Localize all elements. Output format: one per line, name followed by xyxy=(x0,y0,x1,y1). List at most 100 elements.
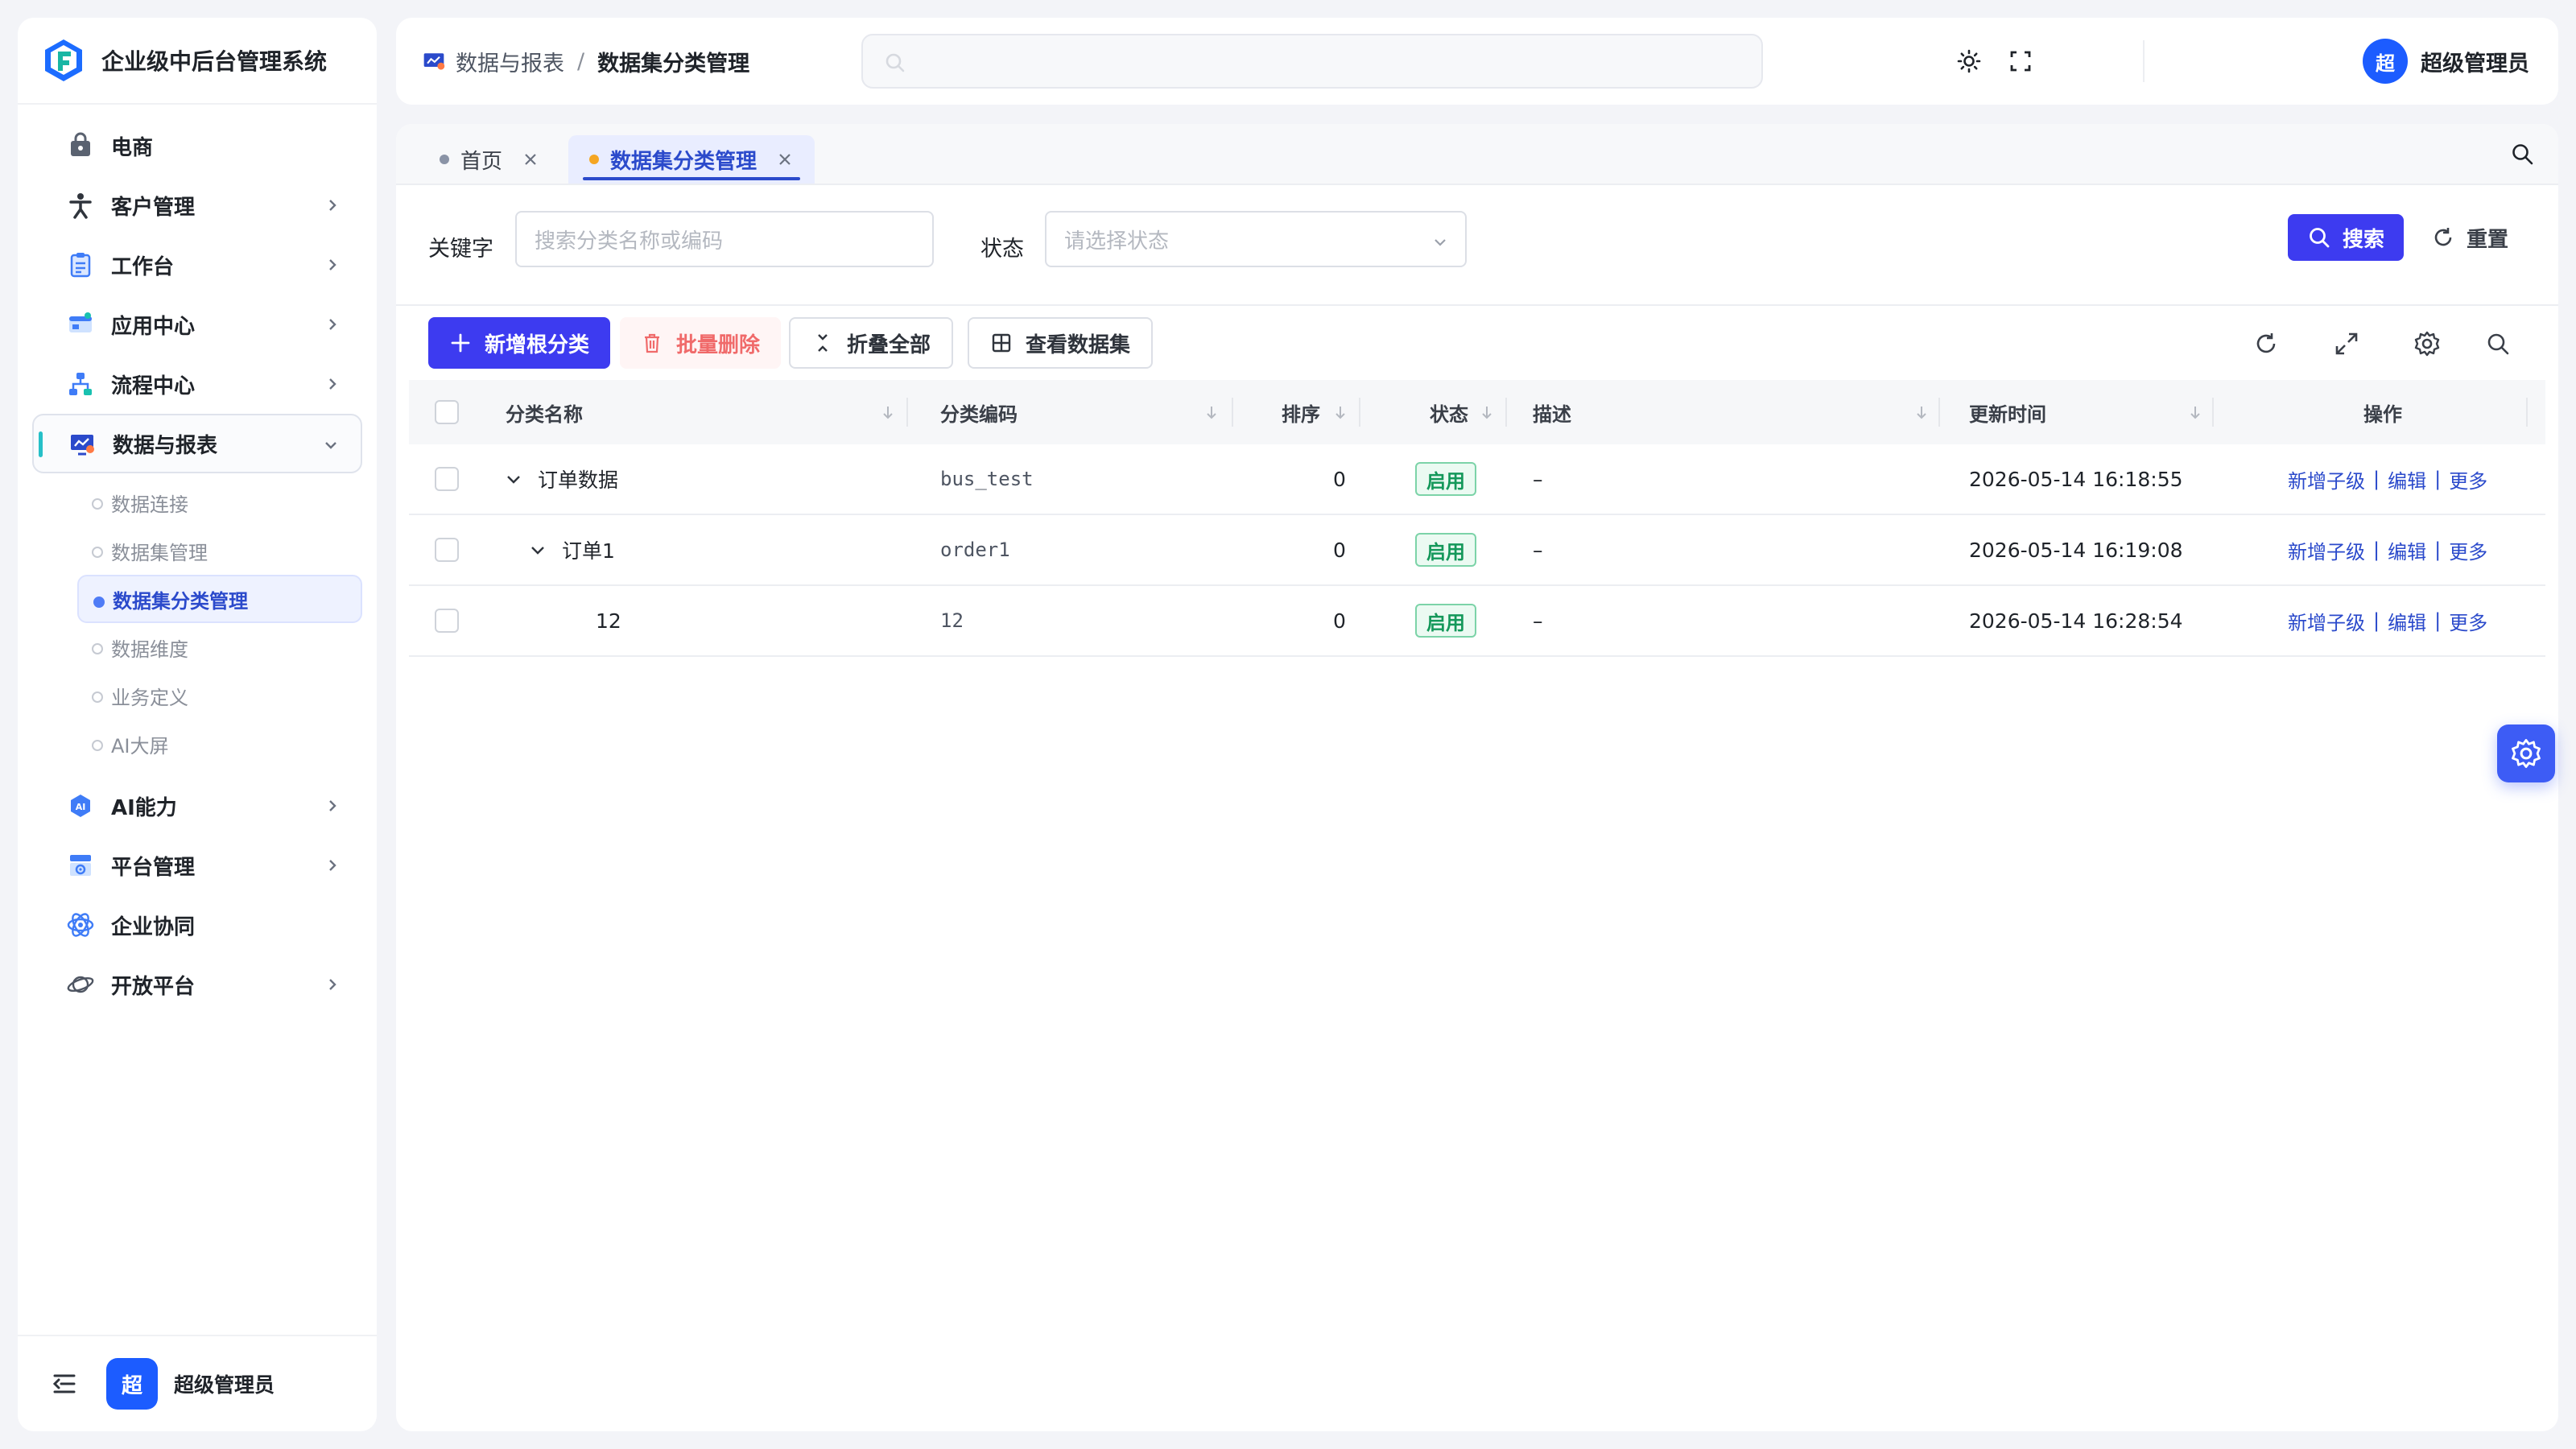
filter-bar: 关键字 搜索分类名称或编码 状态 请选择状态 搜索 重置 xyxy=(396,185,2558,306)
header-user-menu[interactable]: 超 超级管理员 xyxy=(2363,39,2529,84)
app-window-icon xyxy=(64,308,97,341)
breadcrumb-current: 数据集分类管理 xyxy=(597,51,750,76)
keyword-label: 关键字 xyxy=(428,237,493,262)
sort-icon[interactable] xyxy=(879,403,897,421)
view-datasets-label: 查看数据集 xyxy=(1026,332,1131,357)
add-root-label: 新增根分类 xyxy=(485,332,590,357)
sidebar-item-enterprise-collab[interactable]: 企业协同 xyxy=(32,895,362,955)
sidebar-item-app-center[interactable]: 应用中心 xyxy=(32,295,362,354)
sidebar-item-label: 电商 xyxy=(111,135,154,160)
edit-link[interactable]: 编辑 xyxy=(2388,465,2426,493)
more-link[interactable]: 更多 xyxy=(2449,465,2487,493)
category-code: 12 xyxy=(940,609,964,632)
row-checkbox[interactable] xyxy=(435,538,459,562)
tab-dataset-category[interactable]: 数据集分类管理 xyxy=(568,135,815,184)
settings-float-button[interactable] xyxy=(2497,724,2555,782)
reset-button[interactable]: 重置 xyxy=(2431,214,2508,261)
row-checkbox[interactable] xyxy=(435,609,459,633)
sidebar-subitem-ai-screen[interactable]: AI大屏 xyxy=(77,720,362,768)
gear-icon[interactable] xyxy=(2413,330,2441,357)
add-child-link[interactable]: 新增子级 xyxy=(2288,465,2365,493)
batch-delete-button[interactable]: 批量删除 xyxy=(620,317,782,369)
sidebar-subitem-dataset-management[interactable]: 数据集管理 xyxy=(77,526,362,575)
global-search-input[interactable] xyxy=(861,34,1763,89)
add-child-link[interactable]: 新增子级 xyxy=(2288,607,2365,635)
theme-sun-icon[interactable] xyxy=(1956,48,1982,74)
status-badge: 启用 xyxy=(1415,604,1476,638)
sidebar-item-platform-management[interactable]: 平台管理 xyxy=(32,836,362,895)
column-divider xyxy=(906,398,908,427)
sort-icon[interactable] xyxy=(1913,403,1930,421)
chevron-right-icon xyxy=(324,375,341,393)
add-child-link[interactable]: 新增子级 xyxy=(2288,536,2365,564)
search-button[interactable]: 搜索 xyxy=(2288,214,2405,261)
search-icon[interactable] xyxy=(2484,330,2512,357)
sidebar-item-label: 客户管理 xyxy=(111,195,196,220)
tab-home[interactable]: 首页 xyxy=(419,135,560,184)
column-header-status[interactable]: 状态 xyxy=(1430,398,1468,427)
avatar: 超 xyxy=(2363,39,2408,84)
column-header-code[interactable]: 分类编码 xyxy=(940,398,1018,427)
search-button-label: 搜索 xyxy=(2343,227,2385,252)
sidebar-item-data-reports[interactable]: 数据与报表 xyxy=(32,414,362,473)
collapse-all-button[interactable]: 折叠全部 xyxy=(789,317,954,369)
column-divider xyxy=(1232,398,1233,427)
app-title: 企业级中后台管理系统 xyxy=(101,48,328,75)
chevron-down-icon[interactable] xyxy=(504,469,523,489)
column-header-updated[interactable]: 更新时间 xyxy=(1969,398,2046,427)
chevron-right-icon xyxy=(324,857,341,874)
edit-link[interactable]: 编辑 xyxy=(2388,536,2426,564)
sidebar-menu: 电商 客户管理 工作台 应用中心 流程中心 数据与报表 数据连接 数据集管理 数… xyxy=(18,105,377,1014)
column-header-name[interactable]: 分类名称 xyxy=(506,398,583,427)
sidebar-item-ecommerce[interactable]: 电商 xyxy=(32,116,362,175)
status-badge: 启用 xyxy=(1415,533,1476,567)
column-header-sort[interactable]: 排序 xyxy=(1282,398,1320,427)
sort-icon[interactable] xyxy=(2186,403,2204,421)
page-tabs: 首页 数据集分类管理 xyxy=(396,124,2558,185)
collapse-menu-icon[interactable] xyxy=(50,1369,79,1398)
close-icon[interactable] xyxy=(776,151,794,168)
table-toolbar: 新增根分类 批量删除 折叠全部 查看数据集 xyxy=(396,306,2558,382)
sidebar-subitem-dataset-category[interactable]: 数据集分类管理 xyxy=(77,575,362,623)
avatar[interactable]: 超 xyxy=(106,1358,158,1410)
sidebar-item-label: 应用中心 xyxy=(111,314,196,339)
column-header-desc[interactable]: 描述 xyxy=(1533,398,1571,427)
sidebar-item-customer[interactable]: 客户管理 xyxy=(32,175,362,235)
add-root-category-button[interactable]: 新增根分类 xyxy=(428,317,611,369)
close-icon[interactable] xyxy=(522,151,539,168)
chevron-down-icon[interactable] xyxy=(528,540,547,559)
column-divider xyxy=(1938,398,1940,427)
action-separator: | xyxy=(2373,539,2380,561)
status-badge: 启用 xyxy=(1415,462,1476,496)
search-icon[interactable] xyxy=(2510,142,2536,167)
sidebar-subitem-data-connection[interactable]: 数据连接 xyxy=(77,478,362,526)
select-all-checkbox[interactable] xyxy=(435,400,459,424)
sort-icon[interactable] xyxy=(1478,403,1496,421)
edit-link[interactable]: 编辑 xyxy=(2388,607,2426,635)
status-placeholder: 请选择状态 xyxy=(1064,229,1170,254)
keyword-input[interactable]: 搜索分类名称或编码 xyxy=(515,211,934,267)
row-checkbox[interactable] xyxy=(435,467,459,491)
updated-time: 2026-05-14 16:19:08 xyxy=(1969,538,2183,562)
sort-icon[interactable] xyxy=(1203,403,1220,421)
status-select[interactable]: 请选择状态 xyxy=(1045,211,1467,267)
fullscreen-icon[interactable] xyxy=(2008,48,2033,74)
collapse-all-label: 折叠全部 xyxy=(847,332,931,357)
sidebar-item-open-platform[interactable]: 开放平台 xyxy=(32,955,362,1014)
sidebar-item-ai-capability[interactable]: AI AI能力 xyxy=(32,776,362,836)
more-link[interactable]: 更多 xyxy=(2449,536,2487,564)
expand-icon[interactable] xyxy=(2333,330,2360,357)
sidebar-subitem-label: 数据维度 xyxy=(111,638,188,661)
sidebar-item-workbench[interactable]: 工作台 xyxy=(32,235,362,295)
refresh-icon[interactable] xyxy=(2252,330,2280,357)
plus-icon xyxy=(449,332,472,354)
sidebar-subitem-business-definition[interactable]: 业务定义 xyxy=(77,671,362,720)
view-datasets-button[interactable]: 查看数据集 xyxy=(968,317,1154,369)
sidebar-item-process-center[interactable]: 流程中心 xyxy=(32,354,362,414)
planet-icon xyxy=(64,968,97,1001)
atom-icon xyxy=(64,909,97,941)
sort-icon[interactable] xyxy=(1331,403,1349,421)
sidebar-subitem-data-dimension[interactable]: 数据维度 xyxy=(77,623,362,671)
breadcrumb-parent[interactable]: 数据与报表 xyxy=(456,46,564,77)
more-link[interactable]: 更多 xyxy=(2449,607,2487,635)
